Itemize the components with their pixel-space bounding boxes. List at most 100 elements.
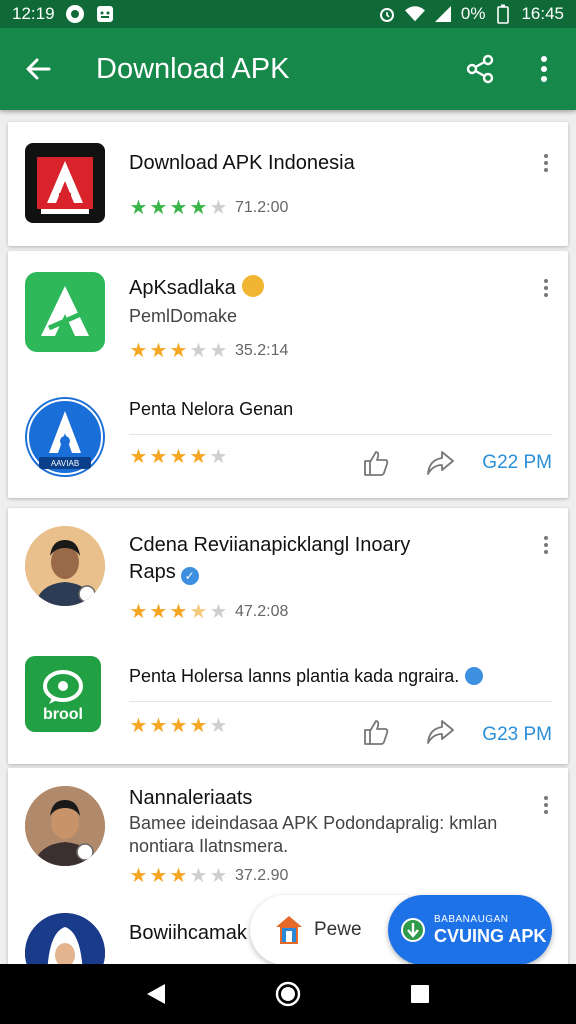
signal-icon [433, 4, 453, 24]
star-full-icon: ★ [129, 446, 148, 468]
star-full-icon: ★ [129, 865, 148, 887]
list-item[interactable]: Download APK Indonesia ★ ★ ★ ★ ★ 71.2:00 [8, 122, 568, 246]
app-card[interactable]: ApKsadlaka PemlDomake ★ ★ ★ ★ ★ 35.2:14 … [8, 251, 568, 498]
app-bar: Download APK [0, 28, 576, 110]
rating-stars: ★ ★ ★ ★ ★ 37.2.90 [129, 865, 289, 887]
notification-icon [65, 4, 85, 24]
message-icon [95, 4, 115, 24]
star-full-icon: ★ [149, 197, 168, 219]
list-item[interactable]: brool Penta Holersa lanns plantia kada n… [8, 646, 568, 764]
download-shield-icon [401, 918, 425, 942]
more-options-button[interactable] [538, 277, 554, 299]
app-title: Bowiihcamak [129, 922, 247, 944]
timestamp: G23 PM [482, 724, 552, 745]
more-options-button[interactable] [538, 152, 554, 174]
more-options-button[interactable] [538, 534, 554, 556]
star-empty-icon: ★ [209, 715, 228, 737]
app-icon: AAVIAB [25, 397, 105, 477]
more-vertical-icon [544, 279, 548, 297]
star-empty-icon: ★ [209, 865, 228, 887]
star-empty-icon: ★ [189, 340, 208, 362]
star-full-icon: ★ [189, 446, 208, 468]
app-subtitle-line2: nontiara Ilatnsmera. [129, 836, 289, 856]
star-full-icon: ★ [149, 601, 168, 623]
triangle-back-icon [147, 984, 165, 1004]
more-vertical-icon [544, 154, 548, 172]
app-title: ApKsadlaka [129, 275, 264, 302]
rating-stars: ★ ★ ★ ★ ★ [129, 716, 228, 736]
rating-value: 47.2:08 [235, 603, 289, 620]
star-full-icon: ★ [169, 446, 188, 468]
status-time-right: 16:45 [521, 4, 564, 23]
back-arrow-icon [26, 58, 51, 80]
share-icon [466, 54, 494, 84]
list-item[interactable]: Cdena Reviianapicklangl Inoary Raps ✓ ★ ★… [8, 508, 568, 646]
star-full-icon: ★ [129, 715, 148, 737]
app-title-text: ApKsadlaka [129, 277, 236, 299]
star-empty-icon: ★ [189, 865, 208, 887]
nav-back-button[interactable] [136, 974, 176, 1014]
app-icon [25, 143, 105, 223]
star-full-icon: ★ [129, 340, 148, 362]
rating-stars: ★ ★ ★ ★ ★ 71.2:00 [129, 197, 289, 219]
nav-recents-button[interactable] [400, 974, 440, 1014]
badge-text: AAVIAB [51, 459, 79, 468]
star-full-icon: ★ [189, 715, 208, 737]
overflow-menu-button[interactable] [512, 28, 576, 110]
app-card[interactable]: Cdena Reviianapicklangl Inoary Raps ✓ ★ ★… [8, 508, 568, 764]
timestamp: G22 PM [482, 452, 552, 473]
list-item[interactable]: Nannaleriaats Bamee ideindasaa APK Podon… [8, 768, 568, 898]
star-full-icon: ★ [149, 340, 168, 362]
verified-icon: ✓ [180, 567, 199, 585]
back-button[interactable] [0, 28, 76, 110]
app-title-line2: Raps ✓ [129, 559, 199, 586]
more-options-button[interactable] [538, 794, 554, 816]
nav-home-button[interactable] [268, 974, 308, 1014]
app-title: Nannaleriaats [129, 787, 253, 809]
battery-percent: 0% [460, 4, 486, 23]
star-full-icon: ★ [129, 197, 148, 219]
star-full-icon: ★ [169, 197, 188, 219]
app-title: Download APK Indonesia [129, 152, 355, 174]
star-full-icon: ★ [129, 601, 148, 623]
share-button[interactable] [422, 714, 458, 750]
app-subtitle: PemlDomake [129, 306, 238, 326]
share-arrow-icon [427, 720, 454, 744]
share-button[interactable] [422, 445, 458, 481]
like-button[interactable] [358, 445, 394, 481]
system-nav-bar [0, 964, 576, 1024]
list-item[interactable]: ApKsadlaka PemlDomake ★ ★ ★ ★ ★ 35.2:14 [8, 251, 568, 379]
star-empty-icon: ★ [209, 340, 228, 362]
star-full-icon: ★ [149, 865, 168, 887]
star-empty-icon: ★ [209, 446, 228, 468]
app-title: Penta Holersa lanns plantia kada ngraira… [129, 663, 484, 690]
star-empty-icon: ★ [209, 601, 228, 623]
list-item[interactable]: AAVIAB Penta Nelora Genan ★ ★ ★ ★ ★ G22 … [8, 379, 568, 498]
battery-icon [493, 4, 513, 24]
divider [129, 701, 552, 702]
emoji-icon [241, 275, 264, 297]
star-full-icon: ★ [149, 715, 168, 737]
like-button[interactable] [358, 714, 394, 750]
app-subtitle: Bamee ideindasaa APK Podondapralig: kmla… [129, 813, 498, 833]
square-recents-icon [411, 985, 429, 1003]
rating-stars: ★ ★ ★ ★ ★ [129, 447, 228, 467]
star-empty-icon: ★ [209, 197, 228, 219]
download-apk-button[interactable]: BABANAUGAN CVUING APK [388, 895, 552, 965]
rating-stars: ★ ★ ★ ★ ★ 35.2:14 [129, 340, 289, 362]
pewe-label: Pewe [314, 919, 362, 940]
rating-value: 37.2.90 [235, 867, 289, 884]
person-avatar-icon [25, 786, 105, 866]
star-full-icon: ★ [169, 340, 188, 362]
star-full-icon: ★ [189, 197, 208, 219]
wifi-icon [404, 4, 425, 24]
share-button[interactable] [448, 28, 512, 110]
star-half-icon: ★ [189, 601, 208, 623]
star-full-icon: ★ [149, 446, 168, 468]
share-arrow-icon [427, 451, 454, 475]
star-full-icon: ★ [169, 601, 188, 623]
person-avatar-icon [25, 526, 105, 606]
divider [129, 434, 552, 435]
pewe-button[interactable]: Pewe [250, 895, 408, 965]
app-card[interactable]: Download APK Indonesia ★ ★ ★ ★ ★ 71.2:00 [8, 122, 568, 246]
